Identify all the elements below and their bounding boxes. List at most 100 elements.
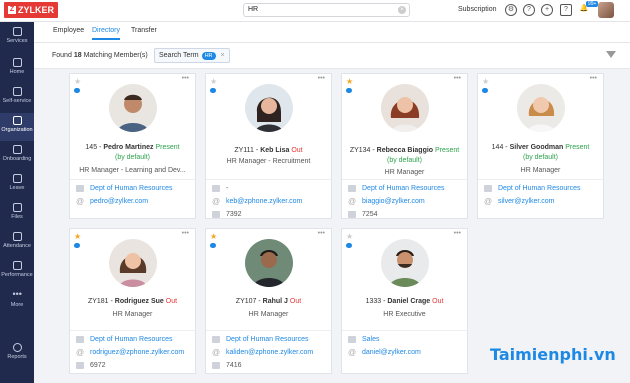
sidebar-item-organization[interactable]: Organization (0, 113, 34, 141)
trophy-icon (12, 261, 22, 270)
calendar-icon (12, 174, 22, 183)
chat-icon[interactable] (482, 88, 488, 93)
email-link[interactable]: pedro@zylker.com (90, 198, 148, 205)
department-link[interactable]: Sales (362, 336, 380, 343)
chat-icon[interactable] (74, 243, 80, 248)
at-icon: @ (76, 197, 85, 206)
chat-icon[interactable] (210, 88, 216, 93)
employee-card[interactable]: ★ ••• ZY107 - Rahul J Out HR Manager Dep… (205, 228, 332, 374)
tab-employee[interactable]: Employee (53, 27, 84, 34)
home-icon (12, 58, 22, 67)
star-icon[interactable]: ★ (210, 77, 217, 86)
chat-icon[interactable] (346, 88, 352, 93)
employee-name: 1333 - Daniel Crage Out (365, 298, 444, 305)
employee-card[interactable]: ★ ••• ZY134 - Rebecca Biaggio Present (b… (341, 73, 468, 219)
email-link[interactable]: kaliden@zphone.zylker.com (226, 349, 313, 356)
filter-icon[interactable] (606, 51, 616, 58)
avatar (245, 239, 293, 287)
star-icon[interactable]: ★ (74, 232, 81, 241)
department-icon (76, 336, 84, 343)
search-input[interactable]: HR × (243, 3, 410, 17)
settings-icon[interactable]: ⚙ (505, 4, 517, 16)
user-icon (12, 87, 22, 96)
sidebar-item-more[interactable]: ••• More (0, 288, 34, 316)
star-icon[interactable]: ★ (482, 77, 489, 86)
sidebar-item-files[interactable]: Files (0, 200, 34, 228)
at-icon: @ (348, 197, 357, 206)
department-row: Dept of Human Resources (348, 185, 444, 192)
department-link[interactable]: Dept of Human Resources (362, 185, 444, 192)
employee-role: HR Manager - Learning and Dev... (79, 167, 186, 174)
star-icon[interactable]: ★ (346, 77, 353, 86)
more-options-icon[interactable]: ••• (182, 230, 189, 237)
star-icon[interactable]: ★ (74, 77, 81, 86)
messages-icon[interactable]: ? (560, 4, 572, 16)
filter-bar: Found 18 Matching Member(s) Search Term … (34, 42, 630, 69)
department-link[interactable]: Dept of Human Resources (90, 336, 172, 343)
employee-card[interactable]: ★ ••• 145 - Pedro Martinez Present (by d… (69, 73, 196, 219)
sidebar-item-leave[interactable]: Leave (0, 171, 34, 199)
email-link[interactable]: daniel@zylker.com (362, 349, 421, 356)
department-icon (348, 185, 356, 192)
clear-search-icon[interactable]: × (398, 6, 406, 14)
grid-icon (12, 27, 22, 36)
extension-row: 6972 (76, 362, 106, 369)
star-icon[interactable]: ★ (210, 232, 217, 241)
employee-card[interactable]: ★ ••• 1333 - Daniel Crage Out HR Executi… (341, 228, 468, 374)
employee-card[interactable]: ★ ••• ZY181 - Rodriguez Sue Out HR Manag… (69, 228, 196, 374)
sidebar-item-onboarding[interactable]: Onboarding (0, 142, 34, 170)
chat-icon[interactable] (74, 88, 80, 93)
help-icon[interactable]: ? (523, 4, 535, 16)
at-icon: @ (212, 197, 221, 206)
email-link[interactable]: keb@zphone.zylker.com (226, 198, 302, 205)
tab-transfer[interactable]: Transfer (131, 27, 157, 34)
department-icon (76, 185, 84, 192)
profile-avatar[interactable] (598, 2, 614, 18)
search-term-chip[interactable]: Search Term HR × (154, 48, 230, 63)
chat-icon[interactable] (346, 243, 352, 248)
employee-role: HR Executive (383, 311, 426, 318)
department-link[interactable]: Dept of Human Resources (498, 185, 580, 192)
email-link[interactable]: silver@zylker.com (498, 198, 555, 205)
email-link[interactable]: biaggio@zylker.com (362, 198, 425, 205)
department-icon (484, 185, 492, 192)
employee-card[interactable]: ★ ••• ZY111 - Keb Lisa Out HR Manager - … (205, 73, 332, 219)
sidebar-item-self-service[interactable]: Self-service (0, 84, 34, 112)
email-row: @ pedro@zylker.com (76, 197, 148, 206)
sidebar-item-attendance[interactable]: Attendance (0, 229, 34, 257)
more-options-icon[interactable]: ••• (318, 230, 325, 237)
employee-name: 145 - Pedro Martinez Present (by default… (85, 144, 180, 161)
department-link[interactable]: Dept of Human Resources (90, 185, 172, 192)
avatar (109, 239, 157, 287)
sidebar-item-performance[interactable]: Performance (0, 258, 34, 286)
more-options-icon[interactable]: ••• (182, 75, 189, 82)
employee-card[interactable]: ★ ••• 144 - Silver Goodman Present (by d… (477, 73, 604, 219)
add-icon[interactable]: + (541, 4, 553, 16)
more-options-icon[interactable]: ••• (590, 75, 597, 82)
subscription-link[interactable]: Subscription (458, 6, 497, 13)
avatar (109, 84, 157, 132)
divider (342, 179, 467, 180)
zylker-logo[interactable]: Z ZYLKER (4, 2, 58, 18)
sidebar-item-reports[interactable]: Reports (0, 340, 34, 368)
email-row: @ keb@zphone.zylker.com (212, 197, 302, 206)
more-options-icon[interactable]: ••• (454, 75, 461, 82)
employee-name: 144 - Silver Goodman Present (by default… (491, 144, 590, 161)
more-options-icon[interactable]: ••• (454, 230, 461, 237)
department-icon (212, 185, 220, 192)
sidebar: Services Home Self-service Organization … (0, 22, 34, 383)
star-icon[interactable]: ★ (346, 232, 353, 241)
extension-row: 7254 (348, 211, 378, 218)
result-count: Found 18 Matching Member(s) (52, 52, 148, 59)
sidebar-item-home[interactable]: Home (0, 55, 34, 83)
tab-directory[interactable]: Directory (92, 27, 121, 40)
at-icon: @ (212, 348, 221, 357)
department-row: Dept of Human Resources (484, 185, 580, 192)
email-link[interactable]: rodriguez@zphone.zylker.com (90, 349, 184, 356)
sidebar-item-services[interactable]: Services (0, 24, 34, 52)
chat-icon[interactable] (210, 243, 216, 248)
more-options-icon[interactable]: ••• (318, 75, 325, 82)
department-link[interactable]: Dept of Human Resources (226, 336, 308, 343)
close-icon[interactable]: × (221, 52, 225, 59)
employee-name: ZY111 - Keb Lisa Out (234, 147, 303, 154)
